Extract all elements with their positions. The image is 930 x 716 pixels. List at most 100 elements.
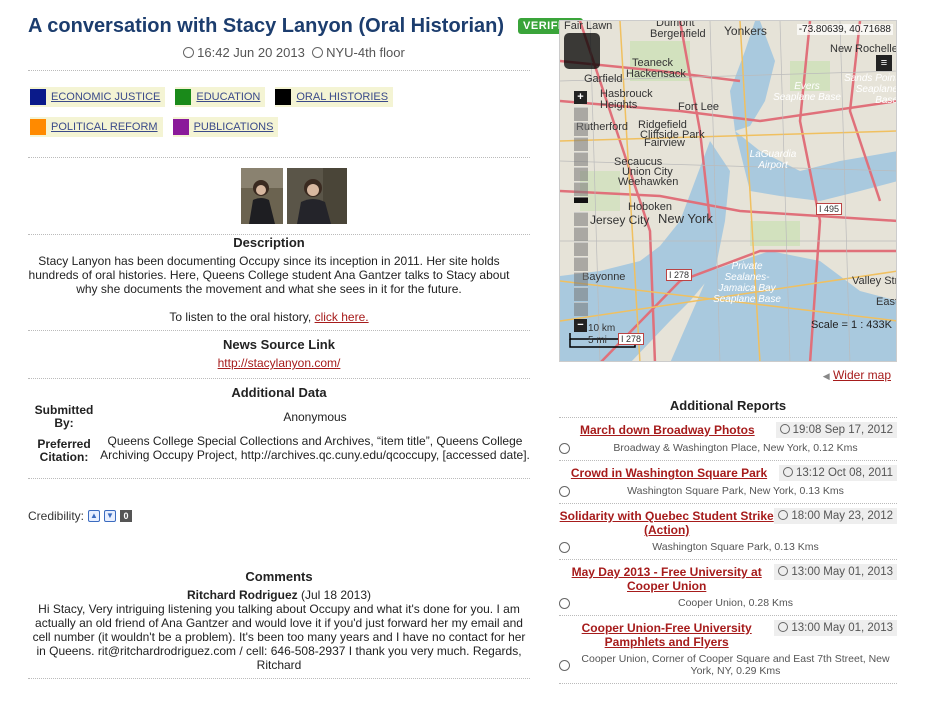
report-location: NYU-4th floor: [326, 45, 405, 60]
category-swatch: [30, 89, 46, 105]
map-label: Weehawken: [618, 176, 679, 188]
map[interactable]: Fair Lawn Dumont Bergenfield Yonkers New…: [559, 20, 897, 362]
zoom-slider-handle[interactable]: [574, 197, 588, 203]
zoom-level-bar[interactable]: [574, 212, 588, 226]
clock-icon: [779, 424, 790, 434]
clock-icon: [783, 467, 794, 477]
report-link[interactable]: Crowd in Washington Square Park: [559, 465, 779, 480]
additional-data-section: Additional Data Submitted By: Anonymous …: [28, 379, 530, 464]
report-location: Broadway & Washington Place, New York, 0…: [613, 442, 858, 454]
map-label: Evers Seaplane Base: [773, 81, 841, 103]
photo-thumbnail[interactable]: [241, 168, 283, 224]
triangle-left-icon: ◀: [822, 371, 830, 381]
credibility-bar: Credibility: ▲ ▼ 0: [28, 497, 530, 527]
map-label: Jersey City: [590, 213, 650, 227]
additional-reports-heading: Additional Reports: [669, 398, 787, 413]
report-item: Solidarity with Quebec Student Strike (A…: [559, 503, 897, 559]
report-link[interactable]: March down Broadway Photos: [559, 422, 776, 437]
credibility-label: Credibility:: [28, 509, 85, 523]
zoom-level-bar[interactable]: [574, 227, 588, 241]
comment-author: Ritchard Rodriguez: [186, 588, 298, 602]
layers-icon[interactable]: ≡: [876, 55, 892, 71]
citation-row: Preferred Citation: Queens College Speci…: [28, 434, 530, 464]
map-label: New Rochelle: [830, 43, 897, 55]
map-label: Valley Stream: [852, 275, 897, 287]
zoom-level-bar[interactable]: [574, 137, 588, 151]
clock-icon: [778, 510, 789, 520]
zoom-out-button[interactable]: −: [574, 319, 587, 332]
news-source-section: News Source Link http://stacylanyon.com/: [28, 331, 530, 378]
zoom-in-button[interactable]: +: [574, 91, 587, 104]
report-item: May Day 2013 - Free University at Cooper…: [559, 559, 897, 615]
location-icon: [559, 597, 570, 609]
sidebar: Fair Lawn Dumont Bergenfield Yonkers New…: [559, 20, 897, 684]
vote-down-button[interactable]: ▼: [104, 510, 117, 522]
report-date: 18:00 May 23, 2012: [774, 508, 897, 524]
zoom-level-bar[interactable]: [574, 152, 588, 166]
zoom-level-bar[interactable]: [574, 107, 588, 121]
clock-icon: [778, 622, 789, 632]
report-item: Cooper Union-Free University Pamphlets a…: [559, 615, 897, 683]
zoom-level-bar[interactable]: [574, 122, 588, 136]
listen-line: To listen to the oral history, click her…: [28, 296, 510, 330]
report-link[interactable]: Solidarity with Quebec Student Strike (A…: [559, 508, 774, 537]
zoom-level-bar[interactable]: [574, 302, 588, 316]
category-swatch: [275, 89, 292, 105]
submitted-by-row: Submitted By: Anonymous: [28, 404, 530, 430]
photo-thumbnail[interactable]: [287, 168, 347, 224]
map-scale: Scale = 1 : 433K: [810, 319, 892, 331]
category-swatch: [172, 119, 189, 135]
map-label: Private Sealanes-Jamaica Bay Seaplane Ba…: [713, 261, 781, 305]
map-label: Bayonne: [582, 271, 626, 283]
pan-control[interactable]: [564, 33, 600, 69]
report-date: 13:00 May 01, 2013: [774, 564, 897, 580]
map-label: Hackensack: [626, 68, 686, 80]
zoom-level-bar[interactable]: [574, 287, 588, 301]
citation-label: Preferred Citation:: [37, 437, 91, 464]
description-body: Stacy Lanyon has been documenting Occupy…: [28, 254, 510, 296]
description-heading: Description: [233, 235, 305, 250]
divider: [28, 678, 530, 679]
zoom-level-bar[interactable]: [574, 272, 588, 286]
wider-map-link[interactable]: Wider map: [833, 368, 891, 382]
vote-up-button[interactable]: ▲: [88, 510, 101, 522]
description-section: Description Stacy Lanyon has been docume…: [28, 235, 530, 330]
category-political-reform[interactable]: POLITICAL REFORM: [30, 117, 163, 137]
category-publications[interactable]: PUBLICATIONS: [172, 117, 279, 137]
category-economic-justice[interactable]: ECONOMIC JUSTICE: [30, 87, 166, 107]
report-location: Washington Square Park, New York, 0.13 K…: [627, 485, 844, 497]
clock-icon: [183, 47, 195, 58]
report-item: March down Broadway Photos 19:08 Sep 17, …: [559, 417, 897, 460]
category-swatch: [30, 119, 46, 135]
report-main: A conversation with Stacy Lanyon (Oral H…: [28, 10, 583, 679]
map-label: Fairview: [644, 137, 685, 149]
news-source-link[interactable]: http://stacylanyon.com/: [218, 356, 341, 370]
category-education[interactable]: EDUCATION: [175, 87, 266, 107]
map-label: Garfield: [584, 73, 623, 85]
zoom-level-bar[interactable]: [574, 242, 588, 256]
submitted-by-label: Submitted By:: [34, 403, 94, 430]
credibility-count: 0: [120, 510, 133, 522]
listen-link[interactable]: click here.: [315, 310, 369, 324]
location-icon: [559, 659, 570, 671]
zoom-level-bar[interactable]: [574, 167, 588, 181]
map-label: New York: [658, 211, 713, 226]
report-link[interactable]: Cooper Union-Free University Pamphlets a…: [559, 620, 774, 649]
comment-text: Hi Stacy, Very intriguing listening you …: [32, 602, 526, 672]
wider-map-row: ◀ Wider map: [559, 362, 897, 382]
location-icon: [559, 541, 570, 553]
category-list: ECONOMIC JUSTICE EDUCATION ORAL HISTORIE…: [28, 71, 530, 157]
map-label: Sands Point Seaplane Base: [844, 73, 897, 106]
zoom-level-bar[interactable]: [574, 257, 588, 271]
report-meta: 16:42 Jun 20 2013 NYU-4th floor: [58, 42, 530, 64]
map-label: LaGuardia Airport: [749, 149, 797, 171]
report-link[interactable]: May Day 2013 - Free University at Cooper…: [559, 564, 774, 593]
report-item: Crowd in Washington Square Park 13:12 Oct…: [559, 460, 897, 503]
zoom-level-bar[interactable]: [574, 182, 588, 196]
comments-heading: Comments: [245, 569, 313, 584]
report-date: 19:08 Sep 17, 2012: [775, 422, 897, 438]
category-oral-histories[interactable]: ORAL HISTORIES: [275, 87, 394, 107]
photo-gallery: [58, 158, 530, 234]
scale-mi: 5 mi: [588, 335, 607, 346]
map-label: Hasbrouck Heights: [600, 88, 653, 111]
